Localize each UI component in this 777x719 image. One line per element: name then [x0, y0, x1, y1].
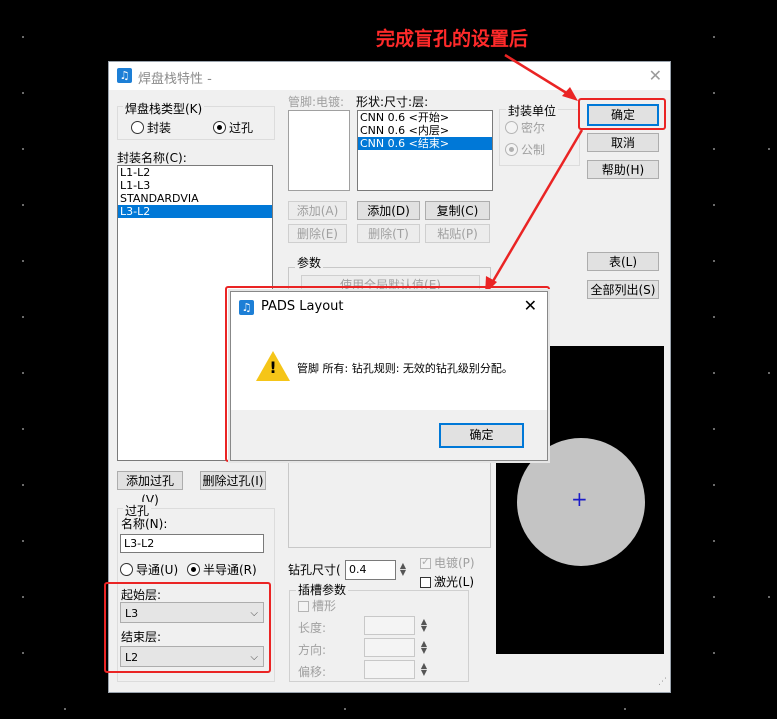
arrow-to-alert — [487, 129, 584, 289]
close-icon[interactable]: ✕ — [524, 296, 537, 315]
warning-exclamation: ! — [269, 358, 277, 377]
alert-message: 管脚 所有: 钻孔规则: 无效的钻孔级别分配。 — [297, 362, 513, 375]
alert-dialog: ♫ PADS Layout ✕ ! 管脚 所有: 钻孔规则: 无效的钻孔级别分配… — [230, 291, 548, 461]
alert-ok-button[interactable]: 确定 — [439, 423, 524, 448]
app-icon: ♫ — [239, 300, 254, 315]
alert-title: PADS Layout — [261, 299, 344, 314]
arrowhead-icon — [562, 87, 578, 101]
arrow-to-ok-button — [504, 53, 574, 99]
